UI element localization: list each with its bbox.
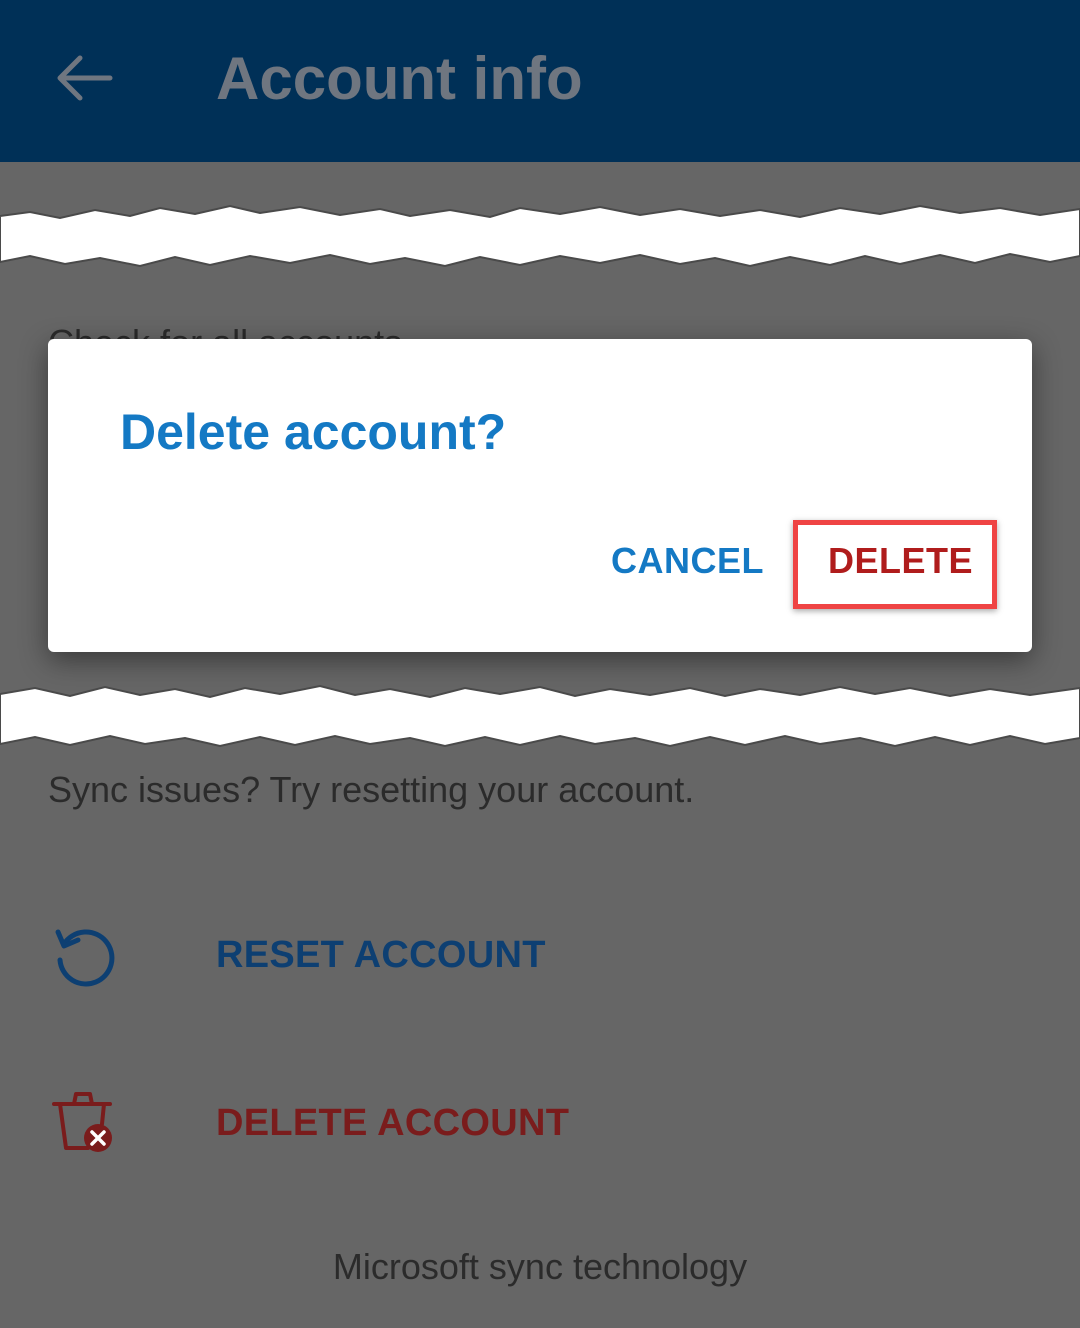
sync-hint-text: Sync issues? Try resetting your account. [48, 769, 695, 810]
reset-account-row[interactable]: RESET ACCOUNT [0, 900, 1080, 1010]
trash-x-icon [52, 1092, 112, 1152]
delete-highlight-box [793, 520, 997, 609]
reset-account-label: RESET ACCOUNT [216, 934, 546, 976]
footer-text: Microsoft sync technology [332, 1246, 748, 1287]
delete-account-dialog: Delete account? CANCEL DELETE [48, 339, 1032, 652]
torn-edge-top [0, 196, 1080, 276]
peek-text: Check for all accounts [48, 322, 402, 339]
delete-account-label: DELETE ACCOUNT [216, 1102, 570, 1144]
refresh-icon [55, 929, 115, 987]
cancel-button[interactable]: CANCEL [611, 540, 764, 582]
page-title: Account info [216, 45, 583, 112]
arrow-left-icon [57, 55, 113, 101]
dialog-title: Delete account? [120, 404, 507, 460]
app-bar: Account info [0, 0, 1080, 162]
background-peek: Check for all accounts [0, 270, 1080, 339]
back-button[interactable] [46, 40, 122, 116]
torn-edge-bottom [0, 676, 1080, 756]
delete-account-row[interactable]: DELETE ACCOUNT [0, 1068, 1080, 1178]
